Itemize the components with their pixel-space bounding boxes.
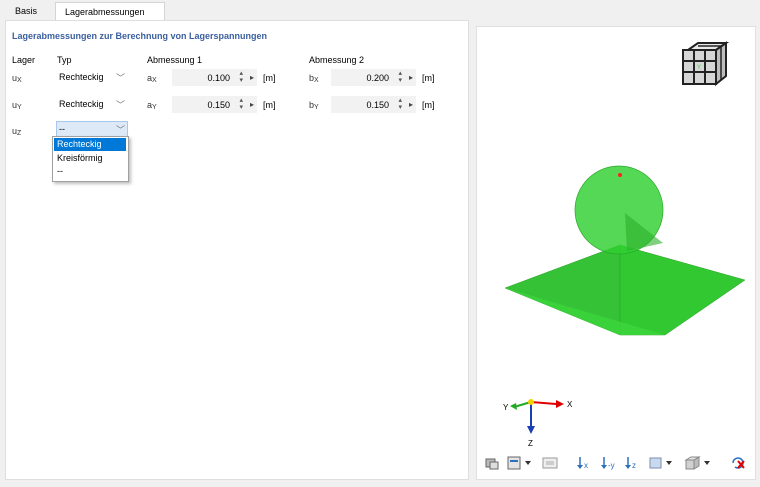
- type-select-value: --: [59, 124, 65, 134]
- dim-label-by: bY: [309, 100, 319, 111]
- axis-label-x: X: [567, 400, 573, 409]
- play-right-icon[interactable]: ▸: [409, 100, 413, 109]
- play-right-icon[interactable]: ▸: [250, 100, 254, 109]
- dim-value: 0.150: [207, 100, 230, 110]
- unit-label: [m]: [422, 73, 435, 83]
- view-z-icon[interactable]: z: [622, 454, 642, 472]
- svg-text:z: z: [632, 461, 636, 470]
- view-y-icon[interactable]: -y: [598, 454, 618, 472]
- unit-label: [m]: [263, 73, 276, 83]
- dim-label-ax: aX: [147, 73, 157, 84]
- dropdown-option-rechteckig[interactable]: Rechteckig: [54, 138, 126, 151]
- spin-arrows-icon[interactable]: ▴ ▾: [398, 70, 402, 84]
- chevron-down-icon: ﹀: [115, 100, 125, 110]
- spin-arrows-icon[interactable]: ▴ ▾: [239, 70, 243, 84]
- cube-face-label: Y: [697, 65, 701, 71]
- type-select-value: Rechteckig: [59, 99, 104, 109]
- dim-value: 0.200: [366, 73, 389, 83]
- dim-input-by[interactable]: 0.150 ▴ ▾ ▸: [331, 96, 416, 113]
- header-abmessung-1: Abmessung 1: [147, 55, 203, 65]
- view-settings-icon[interactable]: [540, 454, 560, 472]
- iso-view-icon[interactable]: [648, 454, 678, 472]
- render-mode-icon[interactable]: [482, 454, 502, 472]
- spin-arrows-icon[interactable]: ▴ ▾: [398, 97, 402, 111]
- view-x-icon[interactable]: x: [574, 454, 594, 472]
- type-select-ux[interactable]: Rechteckig ﹀: [56, 69, 128, 85]
- support-dimensions-panel: Lagerabmessungen zur Berechnung von Lage…: [5, 20, 469, 480]
- header-lager: Lager: [12, 55, 36, 65]
- box-view-icon[interactable]: [682, 454, 716, 472]
- type-select-uy[interactable]: Rechteckig ﹀: [56, 96, 128, 112]
- header-typ: Typ: [57, 55, 72, 65]
- dropdown-option-none[interactable]: --: [54, 165, 126, 178]
- row-label-uz: uZ: [12, 126, 22, 137]
- type-select-uz[interactable]: -- ﹀: [56, 121, 128, 137]
- play-right-icon[interactable]: ▸: [250, 73, 254, 82]
- row-label-ux: uX: [12, 73, 22, 84]
- type-select-value: Rechteckig: [59, 72, 104, 82]
- axis-label-z: Z: [528, 439, 533, 448]
- tab-basis[interactable]: Basis: [6, 2, 56, 20]
- panel-title: Lagerabmessungen zur Berechnung von Lage…: [12, 31, 268, 41]
- play-right-icon[interactable]: ▸: [409, 73, 413, 82]
- dim-input-ay[interactable]: 0.150 ▴ ▾ ▸: [172, 96, 257, 113]
- tab-lagerabmessungen[interactable]: Lagerabmessungen: [55, 2, 165, 21]
- view-cube-icon[interactable]: Y: [680, 40, 730, 90]
- dim-label-ay: aY: [147, 100, 157, 111]
- svg-text:x: x: [584, 461, 588, 470]
- dim-value: 0.150: [366, 100, 389, 110]
- reset-view-icon[interactable]: [728, 454, 748, 472]
- row-label-uy: uY: [12, 100, 22, 111]
- unit-label: [m]: [422, 100, 435, 110]
- dim-input-bx[interactable]: 0.200 ▴ ▾ ▸: [331, 69, 416, 86]
- dim-input-ax[interactable]: 0.100 ▴ ▾ ▸: [172, 69, 257, 86]
- axis-triad-icon: X Y Z: [503, 399, 573, 448]
- dropdown-option-kreisfoermig[interactable]: Kreisförmig: [54, 152, 126, 165]
- tab-bar: Basis Lagerabmessungen: [0, 0, 760, 21]
- dim-value: 0.100: [207, 73, 230, 83]
- display-options-icon[interactable]: [506, 454, 536, 472]
- chevron-down-icon: ﹀: [115, 73, 125, 83]
- viewport-toolbar: x -y z: [480, 452, 755, 474]
- type-dropdown-list: Rechteckig Kreisförmig --: [52, 136, 129, 182]
- spin-arrows-icon[interactable]: ▴ ▾: [239, 97, 243, 111]
- svg-text:-y: -y: [608, 461, 615, 470]
- unit-label: [m]: [263, 100, 276, 110]
- chevron-down-icon: ﹀: [115, 125, 125, 135]
- support-3d-model: [505, 165, 745, 336]
- dim-label-bx: bX: [309, 73, 319, 84]
- header-abmessung-2: Abmessung 2: [309, 55, 365, 65]
- axis-label-y: Y: [503, 403, 509, 412]
